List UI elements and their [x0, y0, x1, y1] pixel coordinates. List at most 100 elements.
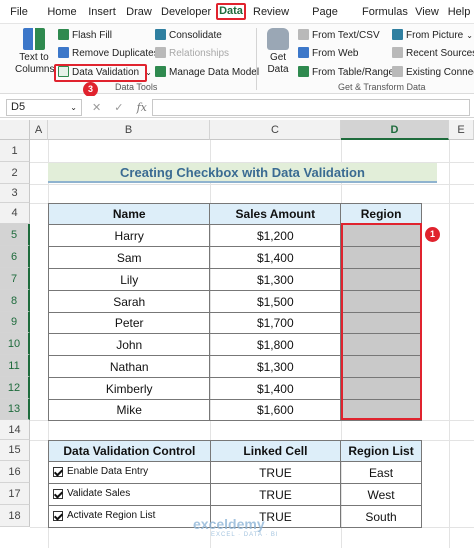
formula-input[interactable]	[152, 99, 470, 116]
name-cell[interactable]: Mike	[47, 399, 211, 421]
row-header[interactable]: 6	[0, 246, 30, 268]
sales-cell[interactable]: $1,800	[209, 333, 342, 356]
chevron-down-icon[interactable]: ⌄	[70, 100, 77, 115]
name-cell[interactable]: Lily	[47, 268, 211, 291]
insert-function-icon[interactable]: fx	[137, 101, 147, 114]
tab-view[interactable]: View	[414, 4, 440, 21]
name-cell[interactable]: Peter	[47, 312, 211, 334]
consolidate-button[interactable]: Consolidate	[155, 28, 222, 43]
name-cell[interactable]: Kimberly	[47, 377, 211, 400]
get-data-button[interactable]: Get Data	[262, 28, 294, 76]
data-tools-group-label: Data Tools	[115, 82, 158, 92]
from-text-csv-button[interactable]: From Text/CSV	[298, 28, 380, 43]
row-header[interactable]: 4	[0, 203, 30, 224]
text-file-icon	[298, 29, 309, 40]
tab-page-layout[interactable]: Page Layout	[296, 4, 354, 35]
enable-data-entry-checkbox[interactable]: Enable Data Entry	[53, 466, 148, 477]
row-header[interactable]: 10	[0, 333, 30, 355]
header-linked-cell: Linked Cell	[209, 440, 342, 462]
checkbox-checked-icon[interactable]	[53, 510, 63, 521]
validate-sales-checkbox[interactable]: Validate Sales	[53, 488, 130, 499]
recent-sources-button[interactable]: Recent Sources	[392, 46, 474, 61]
sales-cell[interactable]: $1,300	[209, 355, 342, 378]
from-picture-label: From Picture	[406, 30, 464, 41]
flash-fill-button[interactable]: Flash Fill	[58, 28, 112, 43]
row-header[interactable]: 17	[0, 483, 30, 505]
row-header[interactable]: 15	[0, 440, 30, 461]
sales-cell[interactable]: $1,700	[209, 312, 342, 334]
from-web-button[interactable]: From Web	[298, 46, 359, 61]
watermark-brand: exceldemy	[193, 516, 265, 532]
data-validation-highlight	[54, 64, 147, 82]
name-cell[interactable]: Sam	[47, 246, 211, 269]
column-header-e[interactable]: E	[449, 120, 474, 140]
checkbox-label: Enable Data Entry	[67, 466, 149, 477]
remove-duplicates-button[interactable]: Remove Duplicates	[58, 46, 159, 61]
row-header[interactable]: 12	[0, 377, 30, 399]
name-cell[interactable]: Sarah	[47, 290, 211, 313]
ribbon-tab-bar: File Home Insert Draw Developer Data Rev…	[0, 0, 474, 35]
enter-icon[interactable]: ✓	[114, 102, 123, 114]
name-box[interactable]: D5 ⌄	[6, 99, 82, 116]
row-header[interactable]: 16	[0, 461, 30, 483]
tab-home[interactable]: Home	[46, 4, 78, 21]
chevron-down-icon[interactable]: ⌄	[466, 31, 473, 40]
name-cell[interactable]: John	[47, 333, 211, 356]
from-picture-button[interactable]: From Picture ⌄	[392, 28, 473, 43]
sales-cell[interactable]: $1,400	[209, 246, 342, 269]
tab-data[interactable]: Data	[216, 3, 246, 20]
sales-cell[interactable]: $1,600	[209, 399, 342, 421]
table-icon	[298, 66, 309, 77]
from-table-range-button[interactable]: From Table/Range	[298, 65, 394, 80]
sales-cell[interactable]: $1,400	[209, 377, 342, 400]
cancel-icon[interactable]: ✕	[92, 102, 101, 114]
tab-insert[interactable]: Insert	[86, 4, 118, 21]
tab-formulas[interactable]: Formulas	[362, 4, 408, 21]
text-to-columns-label: Text to Columns	[15, 52, 55, 75]
region-list-cell[interactable]: South	[340, 505, 422, 528]
table-row: Validate Sales TRUE West	[48, 483, 422, 506]
header-name: Name	[47, 203, 211, 225]
text-to-columns-button[interactable]: Text to Columns	[15, 28, 55, 76]
row-header[interactable]: 8	[0, 290, 30, 312]
row-header[interactable]: 14	[0, 420, 30, 440]
table-row: Enable Data Entry TRUE East	[48, 461, 422, 484]
row-header[interactable]: 18	[0, 505, 30, 527]
select-all-corner[interactable]	[0, 120, 30, 140]
row-header[interactable]: 13	[0, 399, 30, 420]
linked-cell[interactable]: TRUE	[209, 483, 342, 506]
column-header-a[interactable]: A	[30, 120, 48, 140]
sales-cell[interactable]: $1,200	[209, 224, 342, 247]
relationships-button[interactable]: Relationships	[155, 46, 229, 61]
row-header[interactable]: 5	[0, 224, 30, 246]
name-cell[interactable]: Harry	[47, 224, 211, 247]
row-header[interactable]: 1	[0, 140, 30, 162]
sales-cell[interactable]: $1,500	[209, 290, 342, 313]
sales-cell[interactable]: $1,300	[209, 268, 342, 291]
region-list-cell[interactable]: West	[340, 483, 422, 506]
tab-help[interactable]: Help	[447, 4, 471, 21]
column-header-d[interactable]: D	[341, 120, 449, 140]
checkbox-checked-icon[interactable]	[53, 488, 63, 499]
activate-region-list-checkbox[interactable]: Activate Region List	[53, 510, 155, 521]
worksheet[interactable]: A B C D E 1 2 3 4 5 6 7 8 9 10 11 12 13 …	[0, 120, 474, 548]
row-header[interactable]: 3	[0, 184, 30, 203]
name-cell[interactable]: Nathan	[47, 355, 211, 378]
column-header-b[interactable]: B	[48, 120, 210, 140]
tab-review[interactable]: Review	[253, 4, 289, 21]
region-list-cell[interactable]: East	[340, 461, 422, 484]
tab-draw[interactable]: Draw	[125, 4, 153, 21]
checkbox-checked-icon[interactable]	[53, 466, 63, 477]
row-header[interactable]: 2	[0, 162, 30, 184]
step-badge-3: 3	[83, 82, 98, 97]
manage-data-model-button[interactable]: Manage Data Model	[155, 65, 259, 80]
linked-cell[interactable]: TRUE	[209, 461, 342, 484]
tab-file[interactable]: File	[8, 4, 30, 21]
row-header[interactable]: 7	[0, 268, 30, 290]
tab-developer[interactable]: Developer	[161, 4, 211, 21]
column-header-c[interactable]: C	[210, 120, 341, 140]
existing-connections-button[interactable]: Existing Connecti	[392, 65, 474, 80]
row-header[interactable]: 9	[0, 312, 30, 333]
globe-icon	[298, 47, 309, 58]
row-header[interactable]: 11	[0, 355, 30, 377]
